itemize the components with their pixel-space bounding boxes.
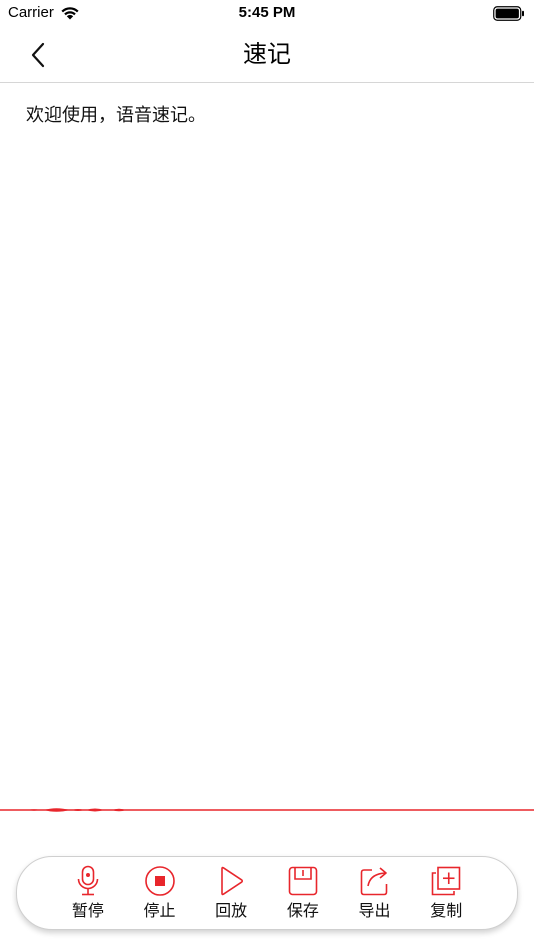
playback-button[interactable]: 回放 [195,864,267,922]
page-title: 速记 [243,40,291,68]
status-bar: Carrier 5:45 PM [0,0,534,28]
audio-waveform [0,808,534,812]
stop-icon [144,866,175,896]
pause-label: 暂停 [71,901,104,920]
navigation-bar: 速记 [0,28,534,83]
export-button[interactable]: 导出 [339,864,411,922]
transcript-text[interactable]: 欢迎使用，语音速记。 [26,102,516,130]
stop-button[interactable]: 停止 [124,864,196,922]
pause-button[interactable]: 暂停 [52,864,124,922]
save-label: 保存 [286,901,319,920]
copy-button[interactable]: 复制 [410,864,482,922]
play-icon [221,866,244,896]
microphone-icon [77,865,99,896]
export-label: 导出 [358,901,391,920]
export-icon [360,867,387,896]
copy-icon [431,866,461,896]
copy-label: 复制 [430,901,463,920]
recording-toolbar: 暂停 停止 回放 保存 导出 复制 [16,856,518,930]
save-button[interactable]: 保存 [267,864,339,922]
stop-label: 停止 [143,901,176,920]
playback-label: 回放 [215,901,248,920]
save-icon [288,866,318,896]
battery-full-icon [493,6,524,21]
status-time: 5:45 PM [238,4,296,21]
